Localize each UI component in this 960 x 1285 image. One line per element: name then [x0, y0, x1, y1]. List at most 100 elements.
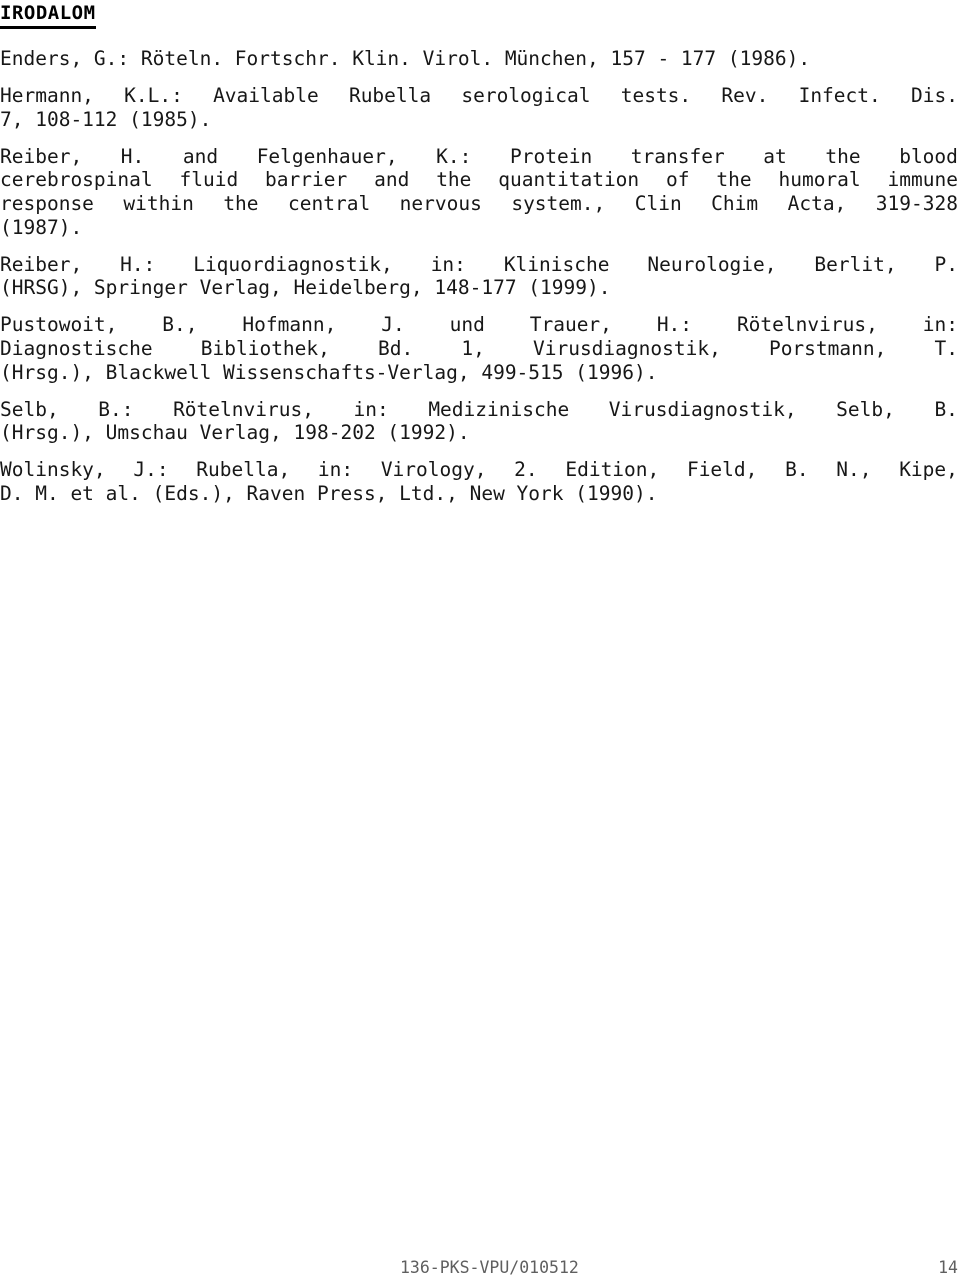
reference-word: in:	[922, 313, 958, 337]
reference-line: (HRSG), Springer Verlag, Heidelberg, 148…	[0, 276, 611, 300]
reference-word: the	[825, 144, 861, 168]
reference-word: system.,	[511, 191, 606, 215]
reference-word: Berlit,	[814, 252, 897, 276]
reference-word: K.:	[436, 144, 472, 168]
reference-word: central	[288, 191, 371, 215]
reference-line: Reiber, H. and Felgenhauer, K.: Protein transf…	[0, 145, 958, 169]
reference-line: (Hrsg.), Blackwell Wissenschafts-Verlag,…	[0, 360, 658, 384]
reference-word: tests.	[620, 84, 692, 108]
reference-word: K.L.:	[124, 84, 183, 108]
reference-line: (Hrsg.), Umschau Verlag, 198-202 (1992).	[0, 421, 470, 445]
reference-word: Field,	[686, 458, 758, 482]
reference-entry: Reiber, H. and Felgenhauer, K.: Protein transf…	[0, 145, 958, 239]
reference-word: Available	[213, 84, 319, 108]
reference-word: in:	[430, 252, 466, 276]
reference-word: 1,	[461, 336, 485, 360]
reference-entry: Enders, G.: Röteln. Fortschr. Klin. Viro…	[0, 47, 958, 71]
reference-word: and	[374, 168, 410, 192]
reference-word: blood	[899, 144, 958, 168]
reference-line: D. M. et al. (Eds.), Raven Press, Ltd., …	[0, 481, 658, 505]
reference-line: Pustowoit, B., Hofmann, J. und Trauer, H.: Röte…	[0, 313, 958, 337]
reference-entry: Reiber, H.: Liquordiagnostik, in: Klinische N…	[0, 253, 958, 300]
footer-document-code: 136-PKS-VPU/010512	[400, 1258, 579, 1277]
reference-word: in:	[317, 458, 354, 482]
reference-word: J.	[381, 313, 405, 337]
reference-word: Dis.	[910, 84, 958, 108]
reference-word: Infect.	[798, 84, 881, 108]
reference-line: Wolinsky, J.: Rubella, in: Virology, 2. Editio…	[0, 458, 958, 482]
reference-word: Virusdiagnostik,	[608, 397, 797, 421]
reference-word: B.	[785, 458, 809, 482]
reference-word: barrier	[265, 168, 348, 192]
reference-line: cerebrospinal fluid barrier and the quantitat…	[0, 168, 958, 192]
reference-word: H.:	[656, 313, 693, 337]
reference-word: serological	[461, 84, 591, 108]
reference-word: H.:	[120, 252, 156, 276]
reference-word: Neurologie,	[647, 252, 777, 276]
page-footer: 136-PKS-VPU/010512 14	[0, 1256, 958, 1280]
reference-line: Hermann, K.L.: Available Rubella serological…	[0, 84, 958, 108]
reference-line: 7, 108-112 (1985).	[0, 107, 212, 131]
reference-word: the	[436, 168, 472, 192]
reference-word: humoral	[778, 168, 861, 192]
reference-word: Chim	[711, 191, 759, 215]
reference-word: Wolinsky,	[0, 458, 106, 482]
reference-word: N.,	[836, 458, 872, 482]
reference-word: nervous	[399, 191, 482, 215]
reference-word: in:	[353, 397, 389, 421]
reference-word: Liquordiagnostik,	[193, 252, 393, 276]
reference-word: Rubella,	[196, 458, 291, 482]
reference-word: Hermann,	[0, 84, 94, 108]
reference-word: Selb,	[0, 397, 59, 421]
reference-word: Protein	[510, 144, 593, 168]
document-page: IRODALOM Enders, G.: Röteln. Fortschr. K…	[0, 0, 960, 1285]
reference-word: Hofmann,	[242, 313, 337, 337]
reference-entry: Wolinsky, J.: Rubella, in: Virology, 2. Editio…	[0, 458, 958, 505]
reference-word: and	[182, 144, 219, 168]
reference-word: T.	[934, 336, 958, 360]
reference-word: Felgenhauer,	[256, 144, 398, 168]
reference-word: Pustowoit,	[0, 313, 118, 337]
reference-line: response within the central nervous system., C…	[0, 192, 958, 216]
reference-word: Reiber,	[0, 252, 83, 276]
reference-word: P.	[934, 252, 958, 276]
reference-word: Edition,	[565, 458, 660, 482]
reference-word: und	[449, 313, 485, 337]
reference-word: fluid	[179, 168, 239, 192]
reference-word: Reiber,	[0, 144, 83, 168]
reference-word: Virology,	[380, 458, 487, 482]
reference-line: Enders, G.: Röteln. Fortschr. Klin. Viro…	[0, 47, 811, 70]
reference-word: 2.	[514, 458, 538, 482]
reference-word: Medizinische	[428, 397, 570, 421]
reference-word: the	[223, 191, 259, 215]
reference-word: J.:	[133, 458, 169, 482]
reference-word: Selb,	[836, 397, 895, 421]
reference-word: transfer	[630, 144, 725, 168]
reference-word: Bd.	[378, 336, 414, 360]
reference-word: Virusdiagnostik,	[532, 336, 721, 360]
reference-entry: Pustowoit, B., Hofmann, J. und Trauer, H.: Röte…	[0, 313, 958, 384]
reference-word: Kipe,	[899, 458, 958, 482]
reference-word: within	[123, 191, 194, 215]
reference-word: B.	[934, 397, 958, 421]
reference-word: B.:	[98, 397, 134, 421]
footer-page-number: 14	[938, 1258, 958, 1277]
reference-word: quantitation	[498, 168, 640, 192]
reference-word: cerebrospinal	[0, 168, 153, 192]
reference-line: Reiber, H.: Liquordiagnostik, in: Klinische N…	[0, 253, 958, 277]
reference-word: Porstmann,	[768, 336, 887, 360]
reference-word: 319-328	[875, 191, 958, 215]
reference-word: of	[666, 168, 690, 192]
reference-word: immune	[887, 168, 958, 192]
reference-word: response	[0, 191, 94, 215]
reference-word: Clin	[634, 191, 682, 215]
reference-word: at	[763, 144, 787, 168]
reference-line: Selb, B.: Rötelnvirus, in: Medizinische Virus…	[0, 398, 958, 422]
reference-entry: Selb, B.: Rötelnvirus, in: Medizinische Virus…	[0, 398, 958, 445]
reference-line: Diagnostische Bibliothek, Bd. 1, Virusdiagno…	[0, 337, 958, 361]
reference-entry: Hermann, K.L.: Available Rubella serological…	[0, 84, 958, 131]
reference-word: Rubella	[348, 84, 432, 108]
reference-word: Rev.	[721, 84, 769, 108]
reference-word: the	[716, 168, 752, 192]
reference-word: Acta,	[787, 191, 847, 215]
